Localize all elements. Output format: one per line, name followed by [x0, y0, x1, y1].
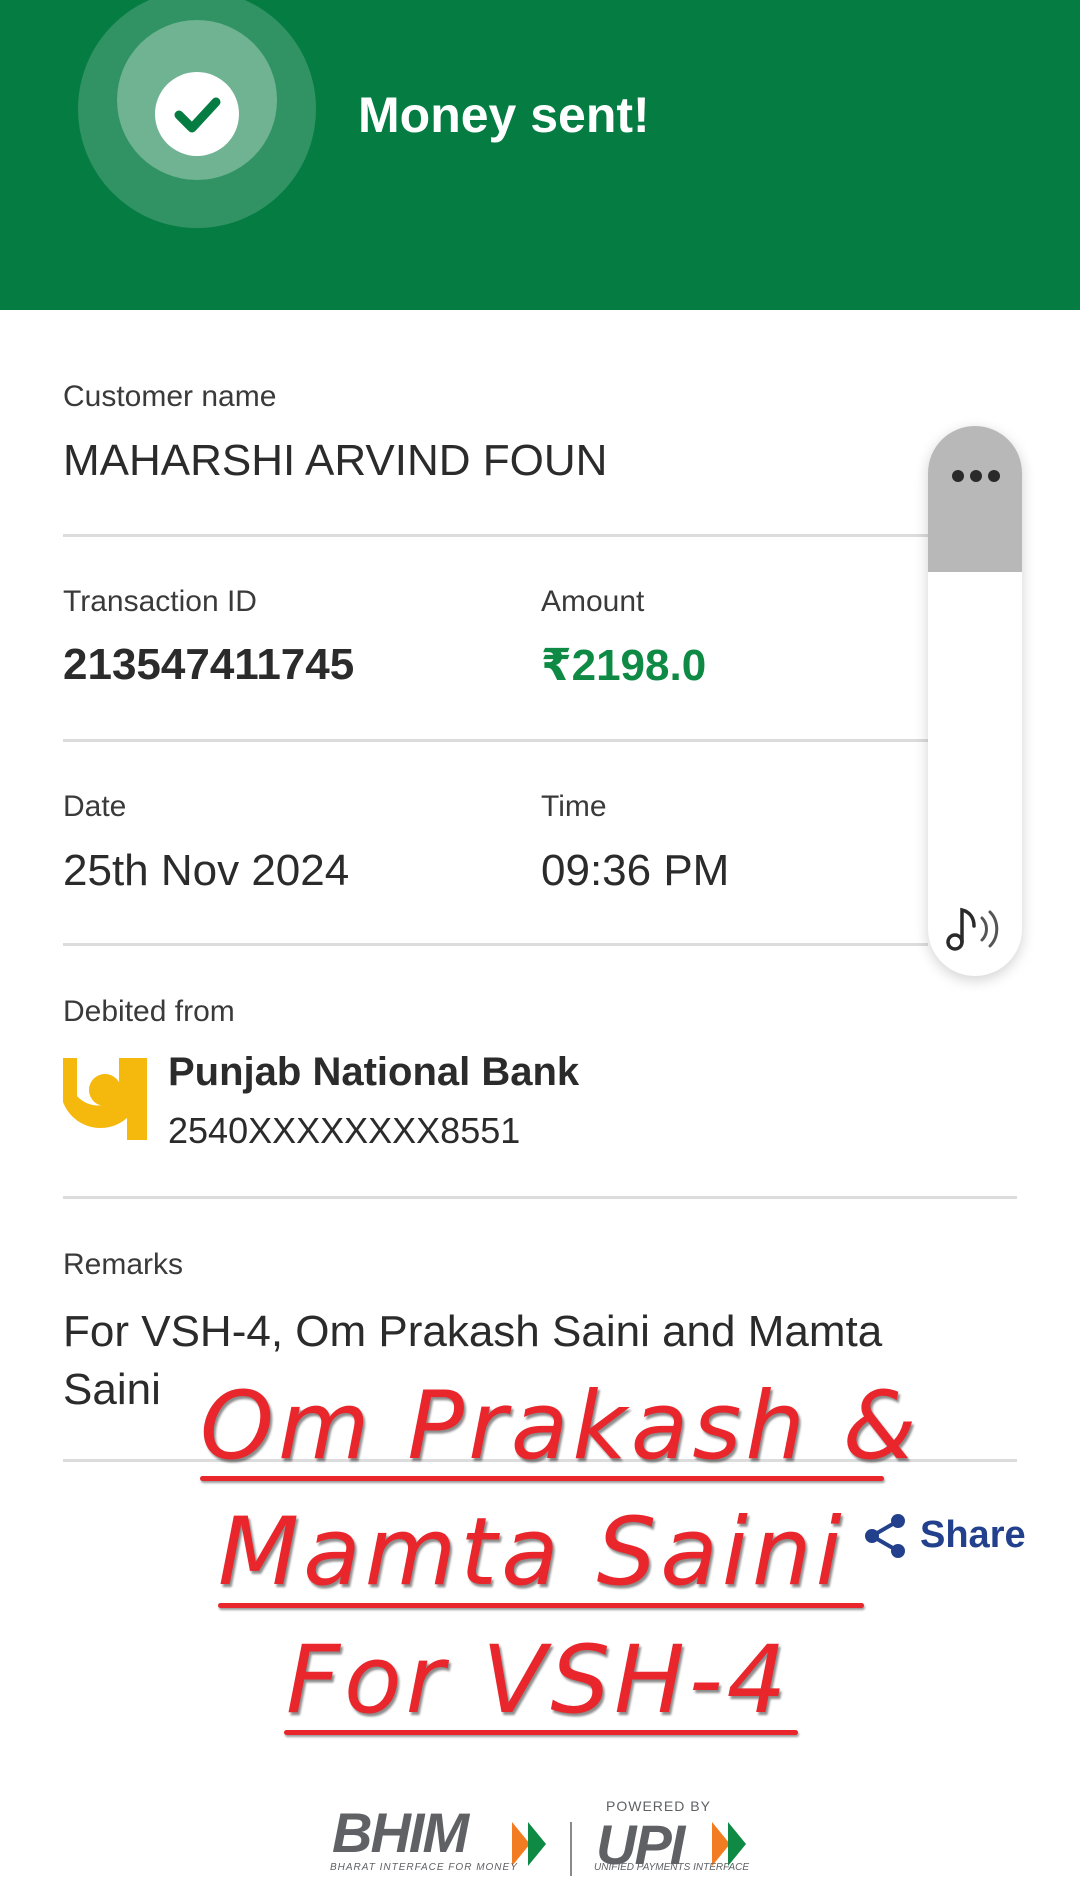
- check-icon: [155, 72, 239, 156]
- logo-separator: [570, 1822, 572, 1876]
- sound-icon[interactable]: [944, 902, 1006, 956]
- customer-name-label: Customer name: [63, 380, 277, 413]
- success-header: Money sent!: [0, 0, 1080, 310]
- floating-side-panel[interactable]: [928, 426, 1022, 976]
- time-value: 09:36 PM: [541, 846, 730, 895]
- handwritten-line-1: Om Prakash &: [200, 1372, 921, 1481]
- more-dots-icon: [952, 470, 1000, 484]
- upi-tagline: UNIFIED PAYMENTS INTERFACE: [594, 1862, 750, 1873]
- bhim-arrow-icon: [512, 1822, 546, 1866]
- share-label: Share: [920, 1514, 1026, 1556]
- bank-name: Punjab National Bank: [168, 1050, 580, 1094]
- handwritten-line-2: Mamta Saini: [218, 1498, 846, 1607]
- amount-label: Amount: [541, 585, 645, 618]
- divider: [63, 1196, 1017, 1199]
- bank-logo-icon: [63, 1058, 147, 1140]
- divider: [63, 943, 928, 946]
- more-options-button[interactable]: [928, 426, 1022, 572]
- divider: [63, 739, 928, 742]
- handwritten-underline: [284, 1730, 798, 1735]
- handwritten-line-3: For VSH-4: [286, 1626, 791, 1735]
- debited-from-label: Debited from: [63, 995, 235, 1028]
- bhim-logo: BHIM: [332, 1801, 469, 1864]
- bhim-tagline: BHARAT INTERFACE FOR MONEY: [330, 1862, 518, 1873]
- share-icon: [865, 1514, 905, 1558]
- handwritten-underline: [200, 1476, 884, 1481]
- transaction-id-value: 213547411745: [63, 640, 355, 689]
- transaction-id-label: Transaction ID: [63, 585, 257, 618]
- time-label: Time: [541, 790, 607, 823]
- page-title: Money sent!: [358, 87, 650, 143]
- date-value: 25th Nov 2024: [63, 846, 350, 895]
- amount-value: ₹2198.0: [541, 641, 707, 690]
- customer-name-value: MAHARSHI ARVIND FOUN: [63, 436, 608, 485]
- upi-arrow-icon: [712, 1822, 746, 1866]
- handwritten-underline: [218, 1603, 864, 1608]
- remarks-label: Remarks: [63, 1248, 184, 1281]
- bank-account-number: 2540XXXXXXXX8551: [168, 1110, 521, 1151]
- date-label: Date: [63, 790, 127, 823]
- divider: [63, 534, 928, 537]
